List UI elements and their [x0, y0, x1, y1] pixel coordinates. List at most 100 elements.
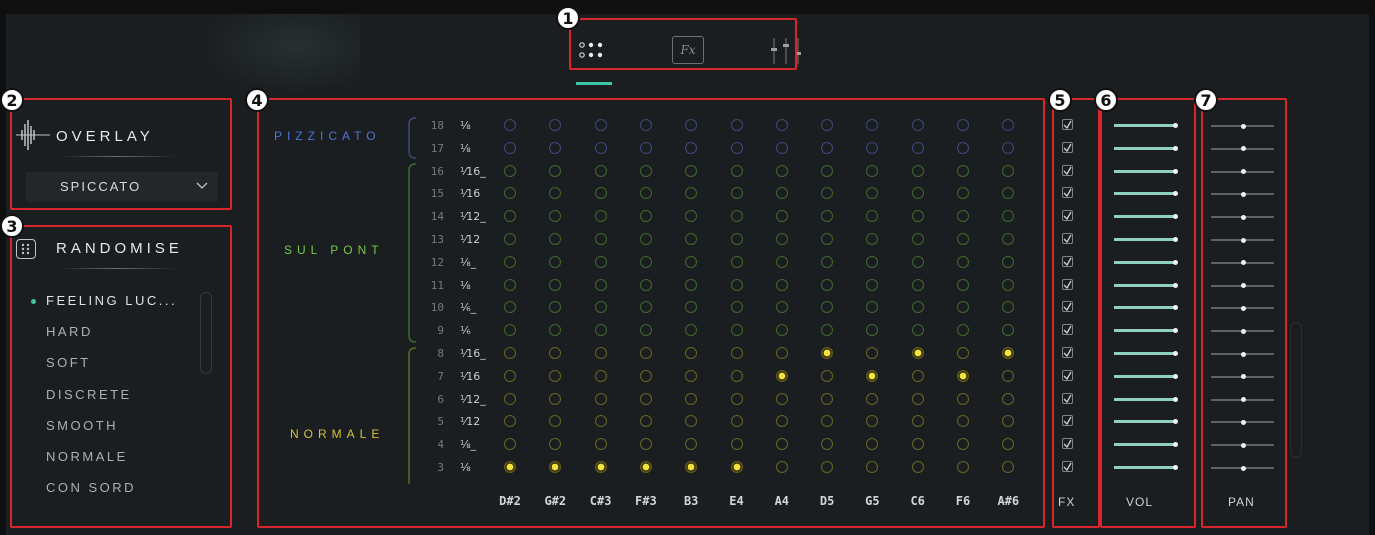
dice-icon[interactable]	[16, 239, 36, 259]
grid-cell[interactable]	[504, 141, 516, 154]
grid-cell[interactable]	[957, 461, 969, 473]
pan-slider-handle[interactable]	[1240, 169, 1246, 175]
grid-cell[interactable]	[685, 141, 698, 154]
grid-cell[interactable]	[594, 233, 607, 245]
grid-cell[interactable]	[821, 233, 834, 245]
vol-slider-handle[interactable]	[1173, 465, 1178, 470]
grid-cell[interactable]	[775, 255, 788, 268]
grid-cell[interactable]	[685, 369, 698, 382]
overlay-select[interactable]: SPICCATO	[26, 172, 218, 202]
grid-cell[interactable]	[730, 369, 743, 382]
pan-slider-handle[interactable]	[1240, 191, 1246, 197]
grid-cell[interactable]	[775, 438, 788, 451]
pan-slider-handle[interactable]	[1240, 465, 1246, 471]
grid-cell[interactable]	[549, 278, 562, 291]
vol-slider-track[interactable]	[1114, 192, 1174, 196]
grid-cell[interactable]	[594, 392, 607, 405]
grid-cell[interactable]	[1002, 255, 1015, 268]
grid-cell[interactable]	[957, 141, 969, 154]
pan-slider-handle[interactable]	[1240, 419, 1246, 425]
pan-slider-handle[interactable]	[1240, 123, 1246, 129]
fx-checkbox[interactable]	[1062, 164, 1073, 176]
grid-cell[interactable]	[594, 347, 607, 359]
grid-cell[interactable]	[775, 347, 788, 359]
vol-slider-handle[interactable]	[1173, 282, 1178, 288]
grid-cell[interactable]	[1002, 164, 1015, 177]
grid-cell[interactable]	[504, 278, 516, 291]
grid-cell[interactable]	[821, 141, 834, 154]
grid-cell[interactable]	[957, 164, 969, 177]
vol-slider-handle[interactable]	[1173, 123, 1178, 128]
randomise-item[interactable]: SMOOTH	[46, 418, 118, 433]
grid-cell[interactable]	[639, 392, 652, 405]
grid-cell[interactable]	[730, 347, 743, 359]
grid-cell[interactable]	[730, 415, 743, 428]
grid-cell[interactable]	[730, 141, 743, 154]
grid-cell[interactable]	[911, 415, 924, 428]
grid-cell[interactable]	[549, 369, 562, 382]
pan-slider-handle[interactable]	[1240, 283, 1246, 289]
pan-slider-handle[interactable]	[1240, 397, 1246, 403]
randomise-item[interactable]: NORMALE	[46, 449, 128, 464]
grid-cell[interactable]	[594, 119, 607, 131]
grid-cell[interactable]	[730, 210, 743, 223]
mixer-scrollbar[interactable]	[1290, 322, 1302, 458]
grid-cell[interactable]	[504, 347, 516, 359]
grid-cell[interactable]	[911, 278, 924, 291]
fx-checkbox[interactable]	[1062, 233, 1073, 244]
grid-cell[interactable]	[957, 392, 969, 405]
grid-cell[interactable]	[639, 255, 652, 268]
randomise-scrollbar[interactable]	[200, 292, 212, 374]
grid-cell[interactable]	[911, 301, 924, 314]
vol-slider-track[interactable]	[1114, 124, 1174, 127]
grid-cell[interactable]	[685, 164, 698, 177]
grid-cell[interactable]	[685, 255, 698, 268]
vol-slider-track[interactable]	[1114, 215, 1174, 219]
fx-checkbox[interactable]	[1062, 438, 1073, 450]
grid-cell[interactable]	[775, 210, 788, 223]
grid-cell[interactable]	[594, 164, 607, 177]
grid-cell[interactable]	[639, 119, 652, 131]
grid-cell[interactable]	[639, 233, 652, 245]
grid-cell[interactable]	[639, 347, 652, 359]
grid-cell[interactable]	[775, 119, 788, 131]
fx-checkbox[interactable]	[1062, 278, 1073, 290]
fx-checkbox[interactable]	[1062, 210, 1073, 222]
grid-cell[interactable]	[594, 369, 607, 382]
grid-cell[interactable]	[775, 233, 788, 245]
fx-checkbox[interactable]	[1062, 119, 1073, 130]
grid-cell[interactable]	[730, 324, 743, 337]
grid-cell[interactable]	[1002, 278, 1015, 291]
fx-checkbox[interactable]	[1062, 369, 1073, 381]
grid-cell[interactable]	[911, 233, 924, 245]
grid-cell[interactable]	[911, 119, 924, 131]
grid-cell[interactable]	[504, 255, 516, 268]
fx-icon[interactable]: Fx	[672, 36, 704, 64]
grid-cell[interactable]	[911, 369, 924, 382]
grid-cell[interactable]	[911, 461, 924, 473]
grid-cell-active[interactable]	[504, 461, 516, 473]
grid-cell[interactable]	[504, 119, 516, 131]
grid-cell[interactable]	[594, 438, 607, 451]
grid-cell-active[interactable]	[639, 461, 652, 473]
vol-slider-track[interactable]	[1114, 443, 1174, 447]
grid-cell[interactable]	[504, 392, 516, 405]
grid-cell[interactable]	[685, 278, 698, 291]
fx-checkbox[interactable]	[1062, 255, 1073, 267]
grid-cell[interactable]	[730, 255, 743, 268]
pan-slider-handle[interactable]	[1240, 328, 1246, 334]
grid-cell[interactable]	[775, 278, 788, 291]
grid-cell[interactable]	[594, 210, 607, 223]
grid-cell[interactable]	[911, 255, 924, 268]
pan-slider-handle[interactable]	[1240, 214, 1246, 220]
grid-cell[interactable]	[594, 141, 607, 154]
vol-slider-track[interactable]	[1114, 169, 1174, 173]
vol-slider-track[interactable]	[1114, 238, 1174, 241]
pan-slider-handle[interactable]	[1240, 305, 1246, 311]
grid-cell[interactable]	[730, 119, 743, 131]
pan-slider-handle[interactable]	[1240, 351, 1246, 357]
vol-slider-track[interactable]	[1114, 260, 1174, 264]
grid-cell[interactable]	[821, 164, 834, 177]
grid-cell[interactable]	[639, 278, 652, 291]
pan-slider-handle[interactable]	[1240, 260, 1246, 266]
